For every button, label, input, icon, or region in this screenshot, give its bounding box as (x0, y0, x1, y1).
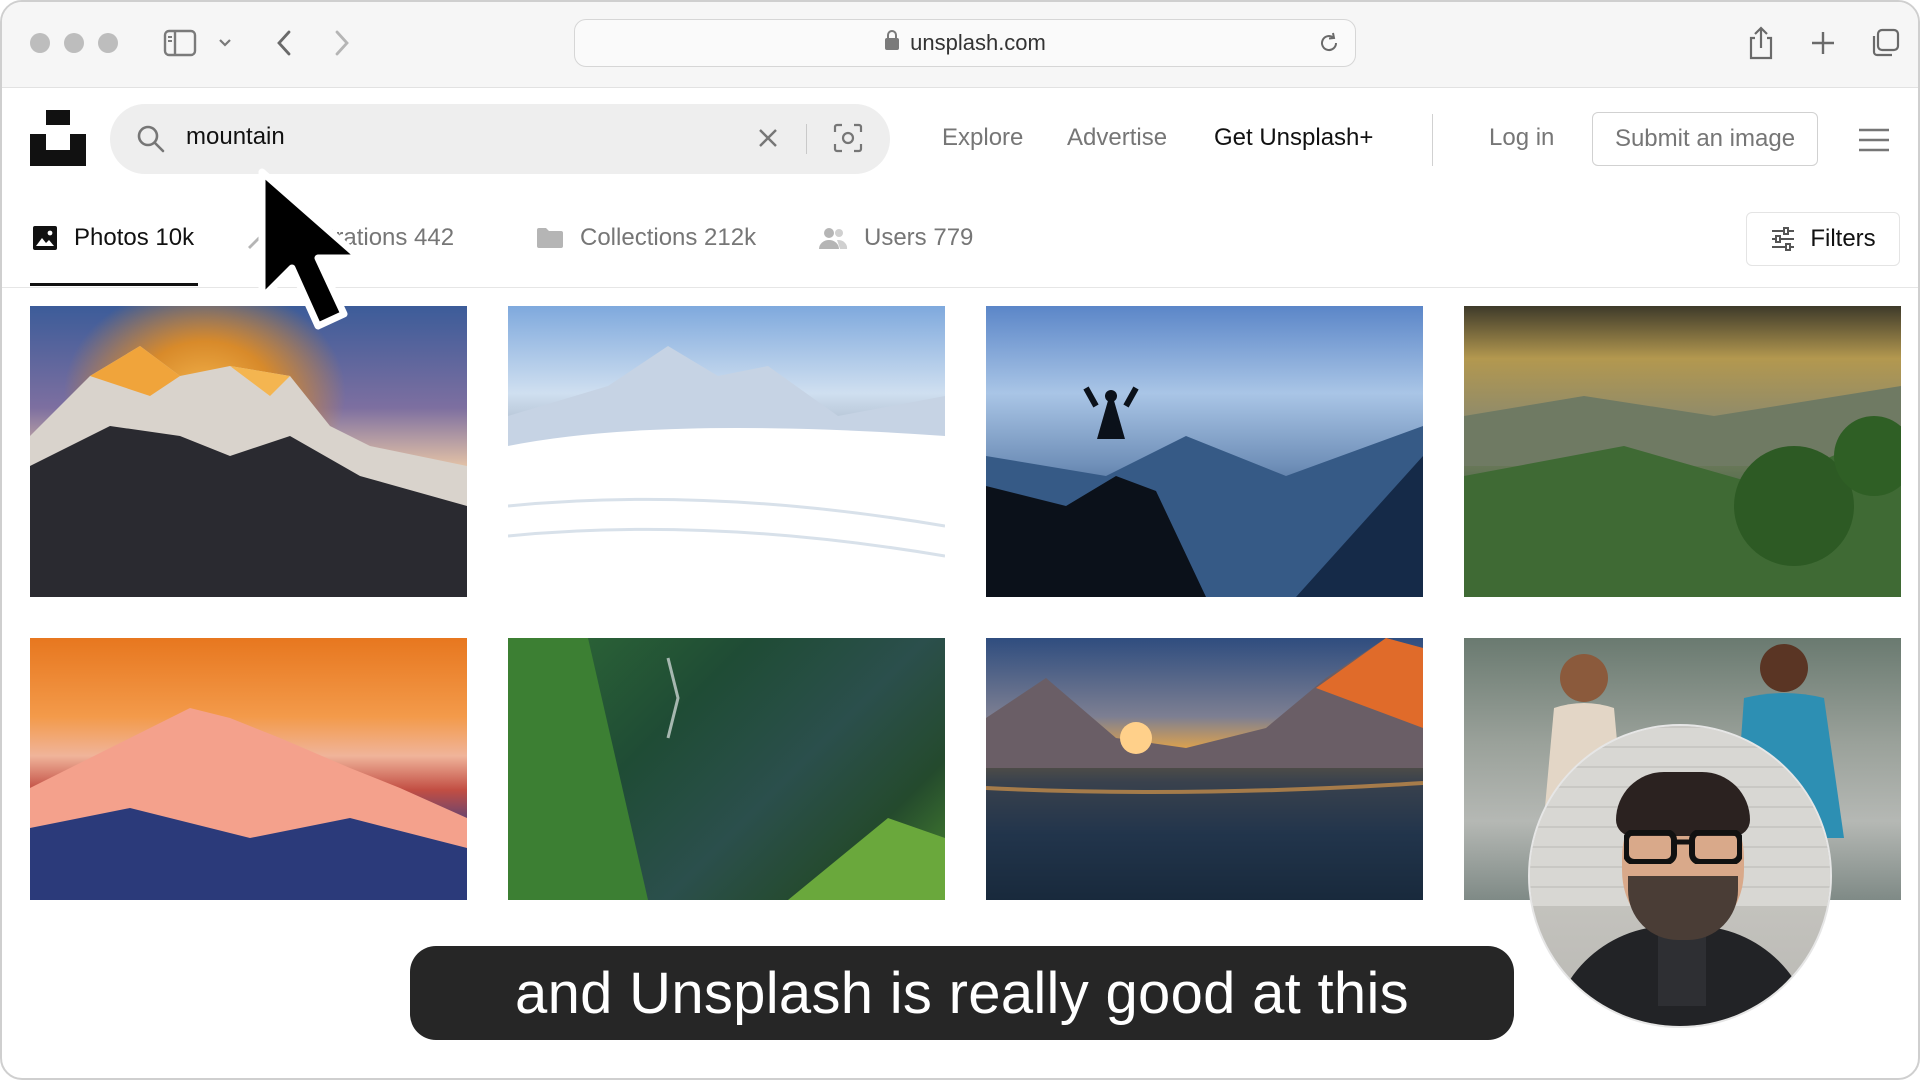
tab-photos[interactable]: Photos 10k (32, 224, 194, 252)
unsplash-logo-icon[interactable] (30, 110, 86, 171)
back-arrow-icon[interactable] (270, 24, 298, 62)
tab-collections-label: Collections 212k (580, 224, 757, 251)
address-bar[interactable]: unsplash.com (574, 19, 1356, 67)
tab-users[interactable]: Users 779 (818, 224, 973, 252)
visual-search-icon[interactable] (832, 122, 864, 159)
clear-search-icon[interactable] (754, 124, 782, 157)
tab-users-label: Users 779 (864, 224, 974, 251)
browser-toolbar: unsplash.com (2, 2, 1918, 88)
close-window-button[interactable] (30, 33, 50, 53)
tab-photos-label: Photos 10k (74, 224, 195, 251)
hamburger-menu-icon[interactable] (1858, 128, 1890, 157)
photo-hiker-silhouette-summit[interactable] (986, 306, 1423, 597)
folder-icon (536, 226, 564, 250)
submit-image-button[interactable]: Submit an image (1592, 112, 1818, 166)
browser-window: unsplash.com mountain Explore Advertise … (0, 0, 1920, 1080)
url-text: unsplash.com (910, 30, 1046, 55)
share-icon[interactable] (1744, 24, 1778, 62)
reload-icon[interactable] (1317, 31, 1341, 61)
photo-mountain-lake-sunrise[interactable] (985, 638, 1424, 900)
search-divider (806, 124, 807, 154)
glasses-icon (1624, 830, 1742, 864)
nav-get-unsplash-plus-link[interactable]: Get Unsplash+ (1214, 124, 1373, 152)
nav-advertise-link[interactable]: Advertise (1067, 124, 1167, 152)
sliders-icon (1770, 227, 1796, 251)
webcam-overlay (1528, 724, 1832, 1028)
lock-icon (884, 29, 900, 57)
maximize-window-button[interactable] (98, 33, 118, 53)
photo-orange-mountain-range[interactable] (30, 638, 467, 900)
sidebar-toggle-icon[interactable] (160, 24, 200, 62)
forward-arrow-icon[interactable] (328, 24, 356, 62)
active-tab-indicator (30, 283, 198, 286)
video-caption: and Unsplash is really good at this (410, 946, 1514, 1040)
search-icon[interactable] (136, 124, 166, 159)
minimize-window-button[interactable] (64, 33, 84, 53)
new-tab-icon[interactable] (1806, 24, 1840, 62)
login-link[interactable]: Log in (1489, 124, 1554, 152)
photo-icon (32, 225, 58, 251)
presenter-hair (1616, 772, 1750, 836)
tab-overview-icon[interactable] (1868, 24, 1902, 62)
header-divider (1432, 114, 1433, 166)
photo-green-forest-valley[interactable] (508, 638, 945, 900)
chevron-down-icon[interactable] (214, 24, 236, 62)
users-icon (818, 226, 848, 250)
nav-explore-link[interactable]: Explore (942, 124, 1023, 152)
filters-label: Filters (1810, 225, 1876, 252)
search-bar[interactable]: mountain (110, 104, 890, 174)
tab-collections[interactable]: Collections 212k (536, 224, 756, 252)
filters-button[interactable]: Filters (1746, 212, 1900, 266)
mouse-cursor-icon (256, 168, 366, 343)
photo-snowy-mountains[interactable] (507, 306, 946, 597)
search-input[interactable]: mountain (186, 123, 285, 151)
photo-mountain-peaks-sunset[interactable] (30, 306, 467, 597)
photo-misty-green-hills[interactable] (1464, 306, 1914, 597)
